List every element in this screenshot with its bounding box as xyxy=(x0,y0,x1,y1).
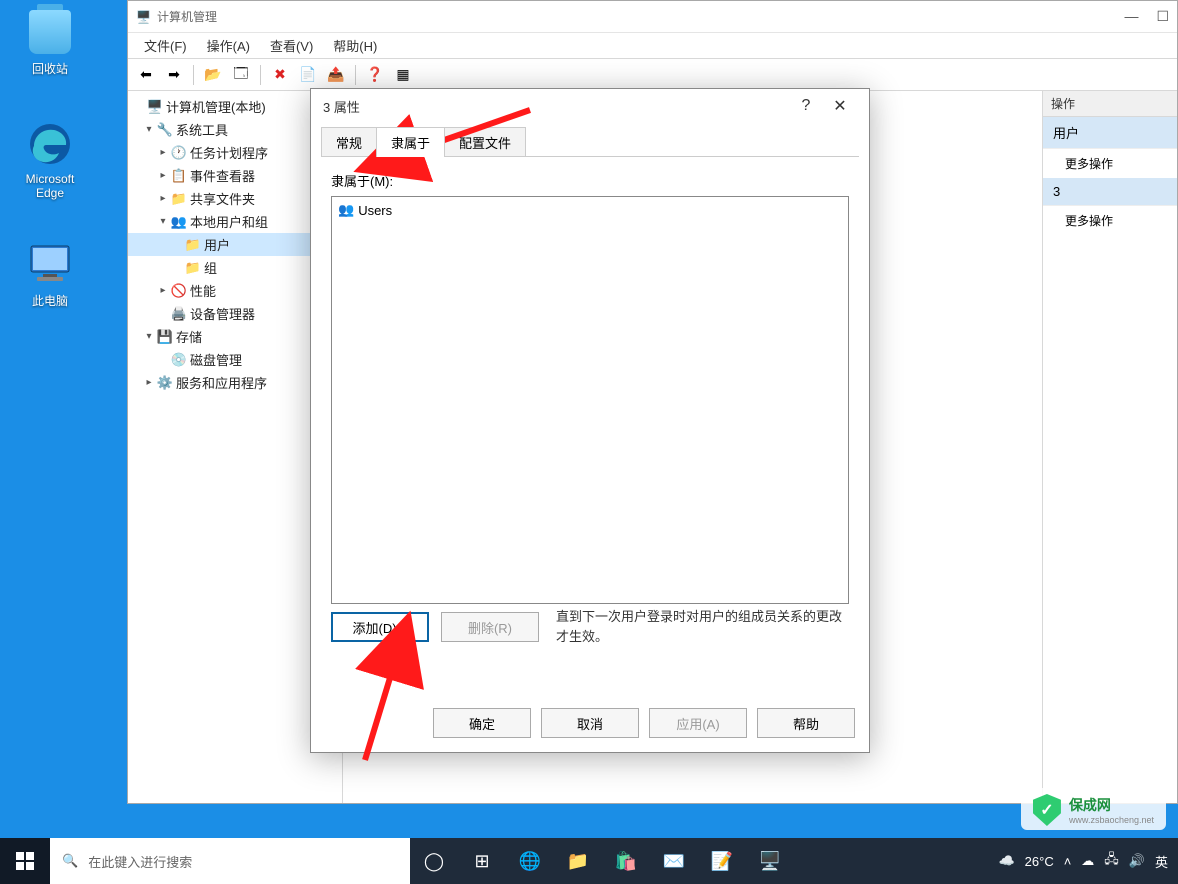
search-box[interactable]: 🔍 在此键入进行搜索 xyxy=(50,838,410,884)
maximize-button[interactable]: ☐ xyxy=(1156,8,1169,25)
taskbar-cortana[interactable]: ⊞ xyxy=(458,838,506,884)
help-icon[interactable]: ? xyxy=(789,97,823,115)
taskbar-store[interactable]: 🛍️ xyxy=(602,838,650,884)
help-button[interactable]: ❓ xyxy=(363,63,387,87)
ok-button[interactable]: 确定 xyxy=(433,708,531,738)
dialog-body: 隶属于(M): 👥 Users 添加(D)... 删除(R) 直到下一次用户登录… xyxy=(321,156,859,698)
dialog-buttons: 确定 取消 应用(A) 帮助 xyxy=(311,698,869,752)
memberof-listbox[interactable]: 👥 Users xyxy=(331,196,849,604)
system-tray[interactable]: ☁️ 26°C ˄ ☁ 🖧 🔊 英 xyxy=(988,850,1178,872)
window-titlebar[interactable]: 🖥️ 计算机管理 — ☐ xyxy=(128,1,1177,33)
tab-general[interactable]: 常规 xyxy=(321,127,377,157)
add-button[interactable]: 添加(D)... xyxy=(331,612,429,642)
minimize-button[interactable]: — xyxy=(1124,8,1138,25)
separator xyxy=(355,65,356,85)
list-item[interactable]: 👥 Users xyxy=(336,201,844,219)
menu-help[interactable]: 帮助(H) xyxy=(323,33,387,58)
desktop-icon-recycle[interactable]: 回收站 xyxy=(10,8,90,77)
tab-profile[interactable]: 配置文件 xyxy=(444,127,526,157)
watermark: ✓ 保成网 www.zsbaocheng.net xyxy=(1021,788,1166,830)
watermark-url: www.zsbaocheng.net xyxy=(1069,815,1154,825)
export-button[interactable]: 📤 xyxy=(324,63,348,87)
remove-button: 删除(R) xyxy=(441,612,539,642)
delete-button[interactable]: ✖ xyxy=(268,63,292,87)
window-title: 计算机管理 xyxy=(157,8,217,25)
taskbar-edge[interactable]: 🌐 xyxy=(506,838,554,884)
close-button[interactable]: ✕ xyxy=(823,96,857,116)
tray-chevron-icon[interactable]: ˄ xyxy=(1064,854,1072,869)
search-icon: 🔍 xyxy=(62,853,78,869)
taskbar-mail[interactable]: ✉️ xyxy=(650,838,698,884)
back-button[interactable]: ⬅ xyxy=(134,63,158,87)
menu-file[interactable]: 文件(F) xyxy=(134,33,197,58)
forward-button[interactable]: ➡ xyxy=(162,63,186,87)
properties-dialog: 3 属性 ? ✕ 常规 隶属于 配置文件 隶属于(M): 👥 Users 添加(… xyxy=(310,88,870,753)
taskbar-notepad[interactable]: 📝 xyxy=(698,838,746,884)
desktop-icon-edge[interactable]: Microsoft Edge xyxy=(10,120,90,200)
cancel-button[interactable]: 取消 xyxy=(541,708,639,738)
separator xyxy=(193,65,194,85)
taskbar: 🔍 在此键入进行搜索 ◯ ⊞ 🌐 📁 🛍️ ✉️ 📝 🖥️ ☁️ 26°C ˄ … xyxy=(0,838,1178,884)
toolbar: ⬅ ➡ 📂 🗔 ✖ 📄 📤 ❓ ▦ xyxy=(128,59,1177,91)
volume-icon[interactable]: 🔊 xyxy=(1129,853,1145,869)
start-button[interactable] xyxy=(0,838,50,884)
dialog-title: 3 属性 xyxy=(323,97,360,116)
desktop-icon-label: 回收站 xyxy=(10,60,90,77)
desktop-icon-label: 此电脑 xyxy=(10,292,90,309)
note-text: 直到下一次用户登录时对用户的组成员关系的更改才生效。 xyxy=(556,607,847,646)
pc-icon xyxy=(26,240,74,288)
tab-memberof[interactable]: 隶属于 xyxy=(376,127,445,157)
network-icon[interactable]: 🖧 xyxy=(1104,850,1119,872)
watermark-brand: 保成网 xyxy=(1069,797,1111,813)
edge-icon xyxy=(26,120,74,168)
dialog-titlebar[interactable]: 3 属性 ? ✕ xyxy=(311,89,869,123)
memberof-label: 隶属于(M): xyxy=(331,171,849,190)
actions-header: 操作 xyxy=(1043,91,1177,117)
up-button[interactable]: 📂 xyxy=(201,63,225,87)
help-button[interactable]: 帮助 xyxy=(757,708,855,738)
actions-item-3[interactable]: 3 xyxy=(1043,178,1177,206)
desktop-icon-thispc[interactable]: 此电脑 xyxy=(10,240,90,309)
onedrive-icon[interactable]: ☁ xyxy=(1081,853,1094,869)
desktop-icon-label: Microsoft Edge xyxy=(10,172,90,200)
weather-icon[interactable]: ☁️ xyxy=(998,853,1014,869)
separator xyxy=(260,65,261,85)
group-icon: 👥 xyxy=(338,202,354,218)
properties-button[interactable]: 📄 xyxy=(296,63,320,87)
task-view-button[interactable]: ◯ xyxy=(410,838,458,884)
menubar: 文件(F) 操作(A) 查看(V) 帮助(H) xyxy=(128,33,1177,59)
taskbar-mmc[interactable]: 🖥️ xyxy=(746,838,794,884)
apply-button: 应用(A) xyxy=(649,708,747,738)
recycle-bin-icon xyxy=(26,8,74,56)
list-item-label: Users xyxy=(358,203,392,218)
shield-icon: ✓ xyxy=(1033,794,1061,826)
menu-action[interactable]: 操作(A) xyxy=(197,33,260,58)
action-pane-button[interactable]: ▦ xyxy=(391,63,415,87)
search-placeholder: 在此键入进行搜索 xyxy=(88,852,192,871)
actions-more-2[interactable]: 更多操作 xyxy=(1043,206,1177,235)
taskbar-explorer[interactable]: 📁 xyxy=(554,838,602,884)
ime-indicator[interactable]: 英 xyxy=(1155,852,1168,871)
dialog-tabs: 常规 隶属于 配置文件 xyxy=(311,123,869,157)
actions-pane: 操作 用户 更多操作 3 更多操作 xyxy=(1042,91,1177,803)
app-icon: 🖥️ xyxy=(136,10,151,24)
actions-user[interactable]: 用户 xyxy=(1043,117,1177,149)
actions-more-1[interactable]: 更多操作 xyxy=(1043,149,1177,178)
weather-temp[interactable]: 26°C xyxy=(1025,854,1054,869)
menu-view[interactable]: 查看(V) xyxy=(260,33,323,58)
show-hide-button[interactable]: 🗔 xyxy=(229,63,253,87)
